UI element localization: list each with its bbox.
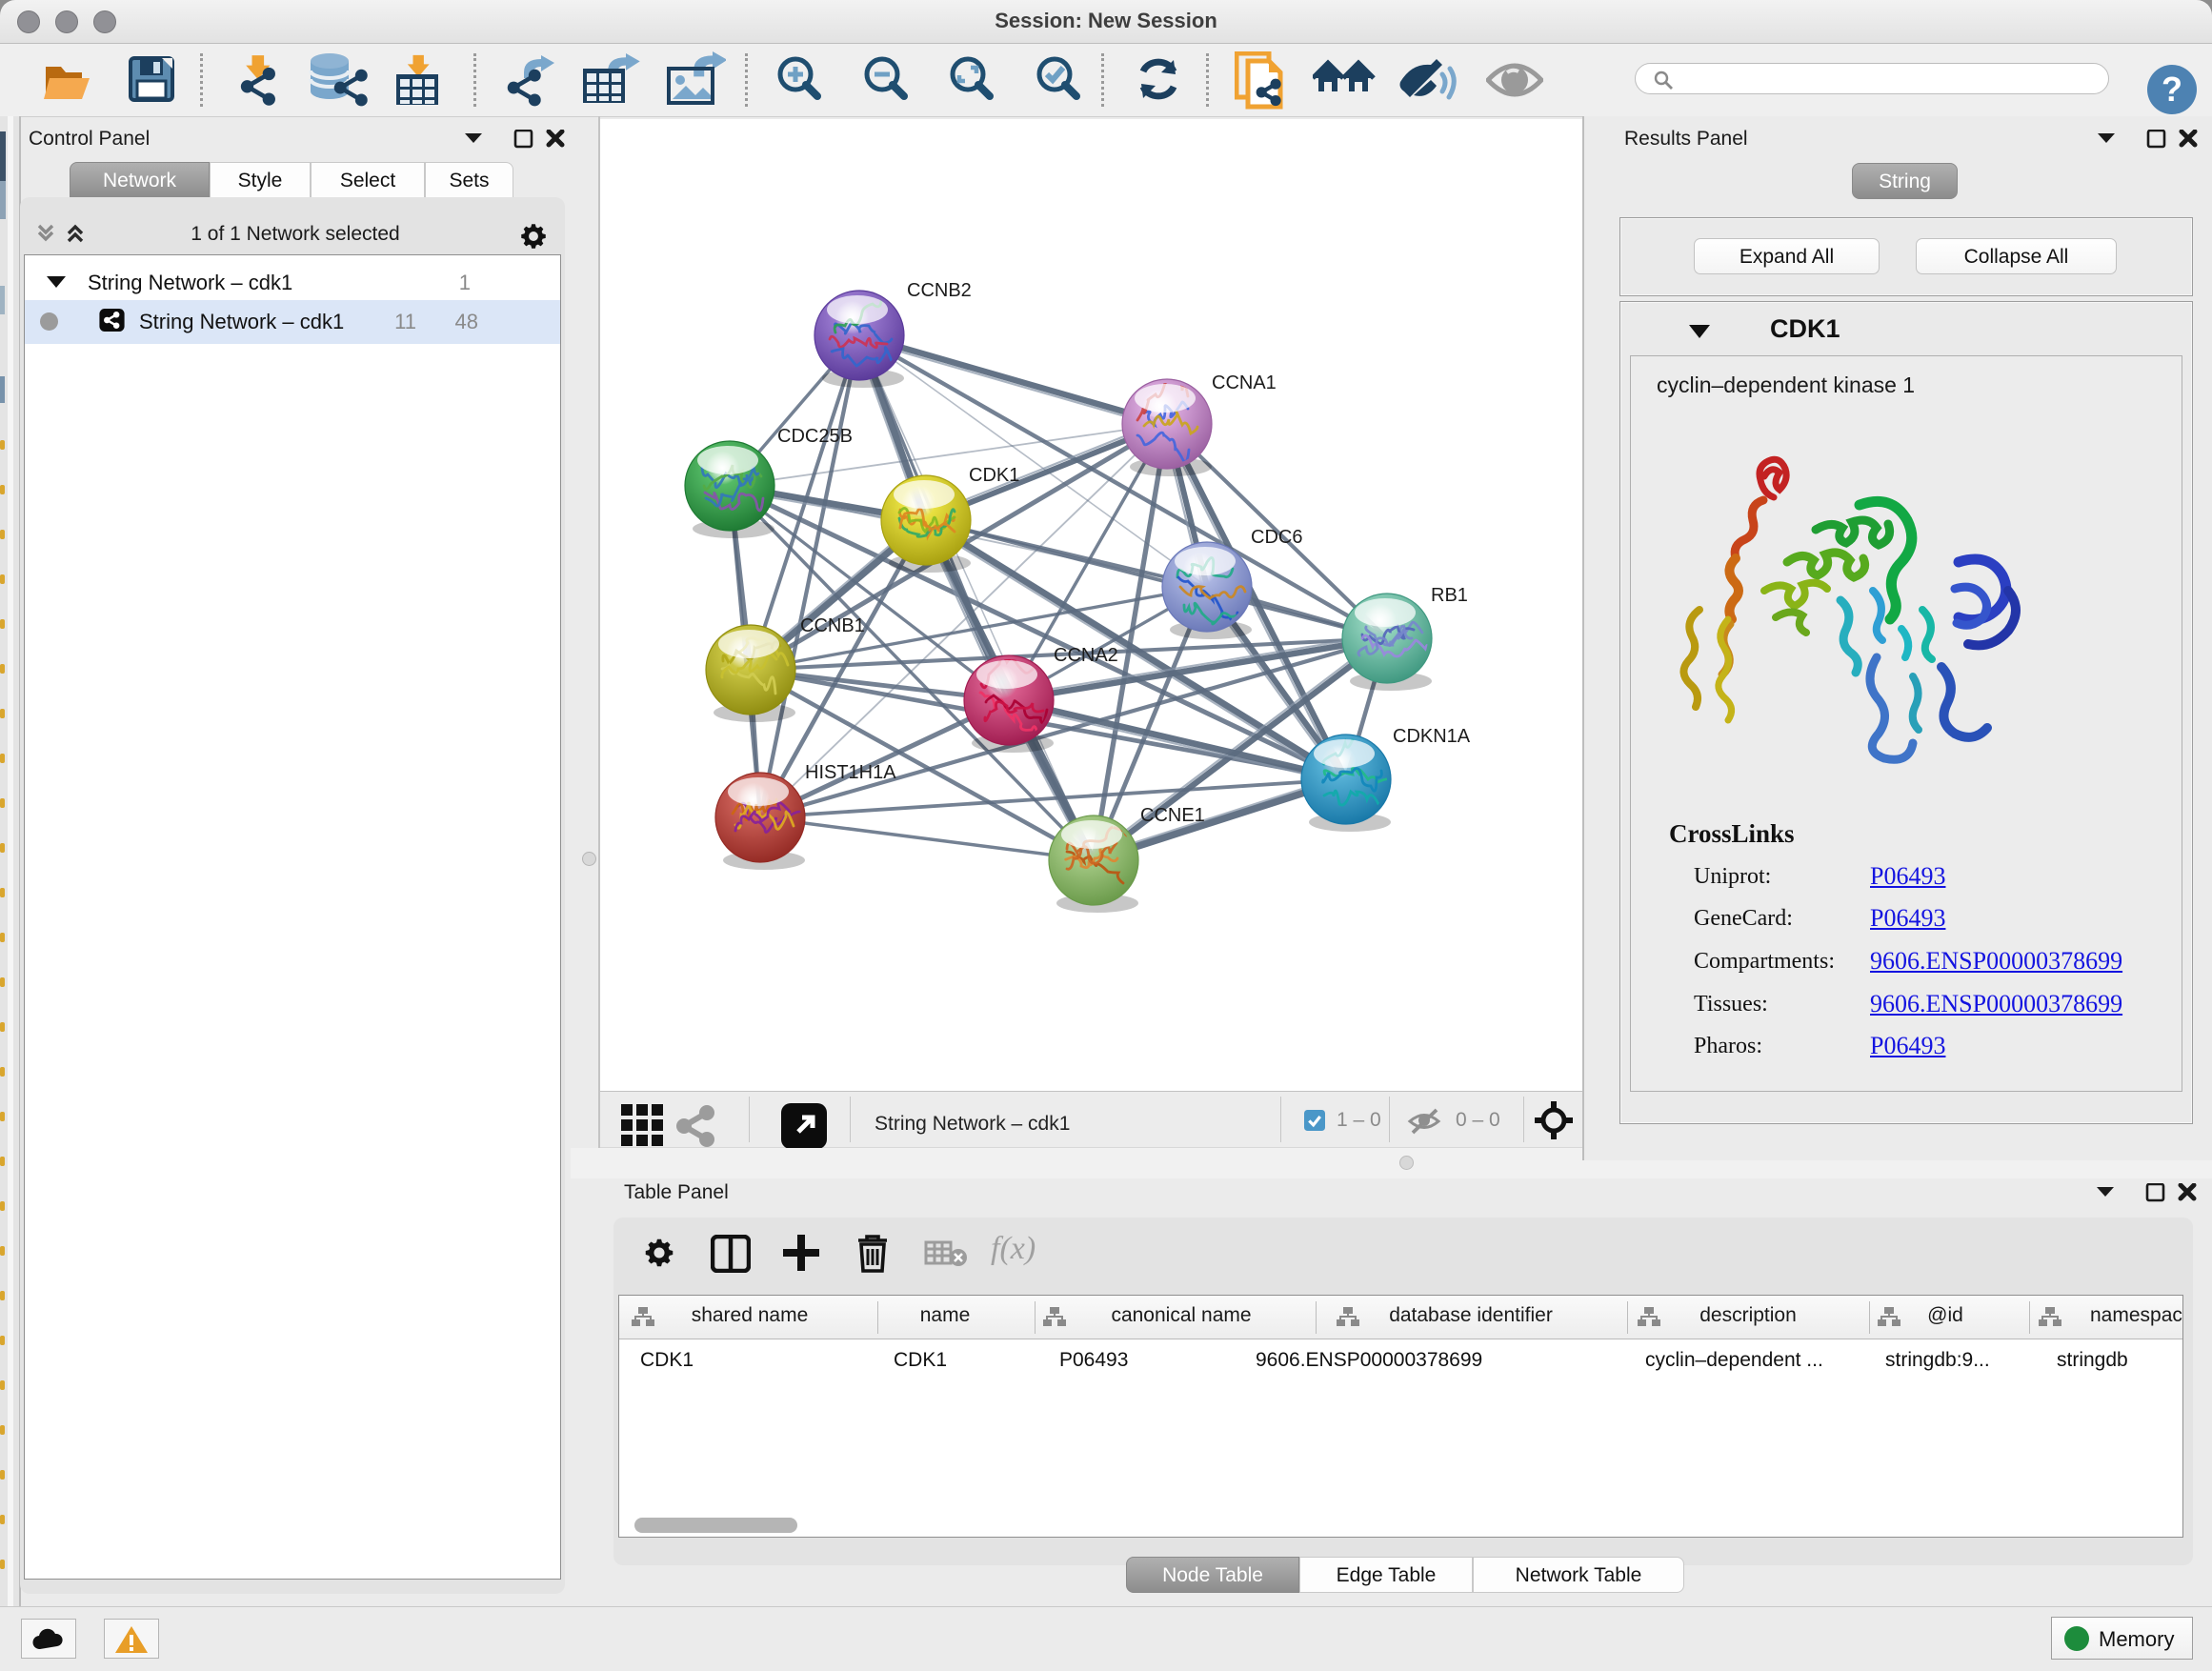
svg-text:HIST1H1A: HIST1H1A (805, 762, 896, 783)
svg-text:CCNB1: CCNB1 (800, 615, 865, 636)
svg-text:CCNE1: CCNE1 (1140, 805, 1205, 826)
svg-text:CDC25B: CDC25B (777, 426, 853, 447)
svg-text:CCNA2: CCNA2 (1054, 645, 1118, 666)
svg-text:CDK1: CDK1 (969, 465, 1019, 486)
svg-text:RB1: RB1 (1431, 585, 1468, 606)
svg-text:CDKN1A: CDKN1A (1393, 726, 1471, 747)
svg-text:CCNA1: CCNA1 (1212, 372, 1277, 393)
svg-text:CDC6: CDC6 (1251, 527, 1302, 548)
svg-text:CCNB2: CCNB2 (907, 280, 972, 301)
